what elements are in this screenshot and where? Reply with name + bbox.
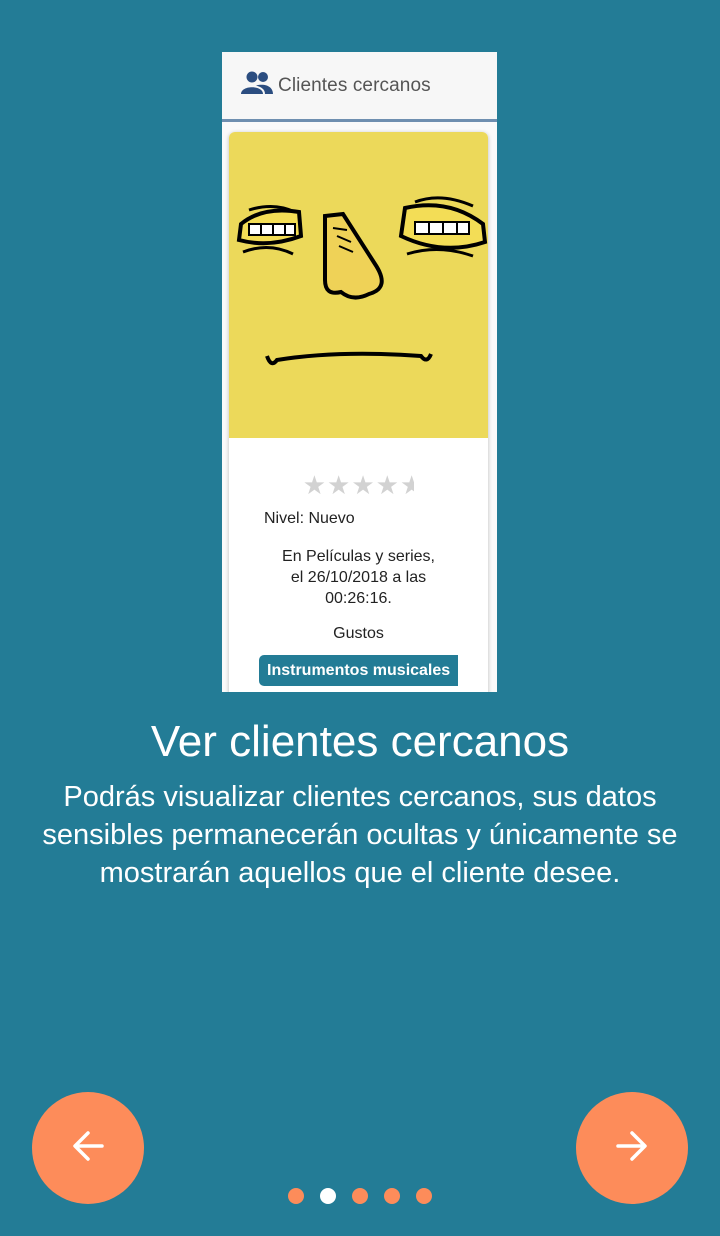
preview-header: Clientes cercanos — [222, 52, 497, 122]
next-button[interactable] — [576, 1092, 688, 1204]
gustos-label: Gustos — [333, 625, 384, 642]
page-dot-active[interactable] — [320, 1188, 336, 1204]
client-date-line: En Películas y series, — [282, 548, 435, 565]
client-level: Nivel: Nuevo — [264, 510, 355, 527]
rating-stars: ★★★★★ — [229, 470, 488, 500]
slide-title: Ver clientes cercanos — [150, 717, 570, 766]
page-dot[interactable] — [416, 1188, 432, 1204]
client-avatar — [229, 132, 488, 438]
star-icon: ★ — [351, 470, 376, 500]
client-date-line: el 26/10/2018 a las — [290, 569, 427, 586]
page-dot[interactable] — [384, 1188, 400, 1204]
preview-header-title: Clientes cercanos — [278, 74, 431, 96]
page-indicator — [288, 1188, 448, 1204]
star-half-icon: ★ — [399, 470, 415, 500]
description-line: mostrarán aquellos que el cliente desee. — [99, 857, 621, 889]
star-icon: ★ — [302, 470, 328, 500]
screenshot-preview: Clientes cercanos ★★★★★ Nivel: Nuevo En … — [222, 52, 497, 692]
star-icon: ★ — [375, 470, 400, 500]
client-card: ★★★★★ Nivel: Nuevo En Películas y series… — [229, 132, 488, 692]
page-dot[interactable] — [288, 1188, 304, 1204]
client-date-line: 00:26:16. — [325, 590, 392, 607]
arrow-left-icon — [70, 1128, 106, 1169]
description-line: sensibles permanecerán ocultas y únicame… — [42, 819, 678, 851]
page-dot[interactable] — [352, 1188, 368, 1204]
arrow-right-icon — [614, 1128, 650, 1169]
previous-button[interactable] — [32, 1092, 144, 1204]
star-icon: ★ — [327, 470, 352, 500]
description-line: Podrás visualizar clientes cercanos, sus… — [63, 781, 657, 813]
client-date: En Películas y series, el 26/10/2018 a l… — [245, 546, 472, 609]
slide-description: Podrás visualizar clientes cercanos, sus… — [0, 778, 720, 892]
people-icon — [240, 70, 274, 101]
interest-tag: Instrumentos musicales — [259, 655, 458, 686]
